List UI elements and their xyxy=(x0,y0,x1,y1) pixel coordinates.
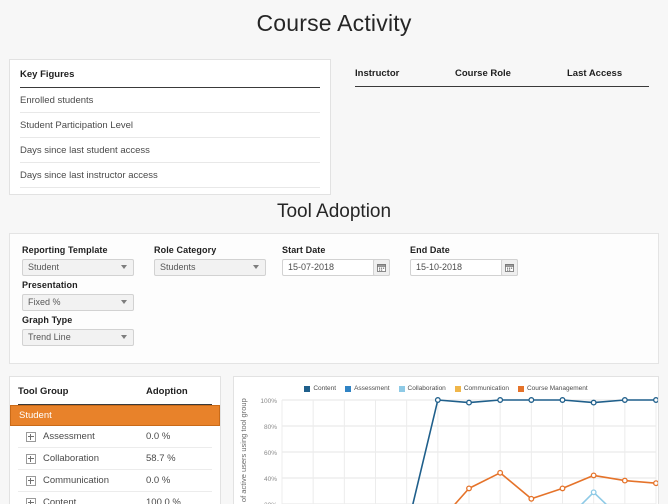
expand-plus-icon[interactable] xyxy=(26,475,36,486)
key-figure-row-days-instructor-access: Days since last instructor access xyxy=(20,163,320,188)
tool-row-name-cell: Assessment xyxy=(18,431,146,442)
table-row[interactable]: Communication 0.0 % xyxy=(18,470,212,492)
filter-grid: Reporting Template Student Role Category… xyxy=(22,245,646,350)
chart-legend: Content Assessment Collaboration Communi… xyxy=(234,377,658,392)
legend-label-content: Content xyxy=(313,385,337,392)
bottom-content-row: Tool Group Adoption Student Assessment 0… xyxy=(0,376,668,504)
presentation-label: Presentation xyxy=(22,280,78,290)
legend-swatch-collaboration xyxy=(398,385,405,392)
key-figure-row-enrolled-students: Enrolled students xyxy=(20,88,320,113)
table-row[interactable]: Assessment 0.0 % xyxy=(18,426,212,448)
reporting-template-select[interactable]: Student xyxy=(22,259,134,276)
field-graph-type: Graph Type Trend Line xyxy=(22,315,646,346)
reporting-template-value: Student xyxy=(28,262,60,272)
legend-swatch-communication xyxy=(454,385,461,392)
field-presentation: Presentation Fixed % xyxy=(22,280,142,311)
field-reporting-template: Reporting Template Student xyxy=(22,245,154,276)
key-figure-row-days-student-access: Days since last student access xyxy=(20,138,320,163)
table-row[interactable]: Content 100.0 % xyxy=(18,492,212,504)
tool-table-col-tool-group: Tool Group xyxy=(18,386,69,397)
field-start-date: Start Date 15-07-2018 xyxy=(282,245,410,276)
field-end-date: End Date 15-10-2018 xyxy=(410,245,538,276)
legend-item-content[interactable]: Content xyxy=(304,385,336,392)
top-panels-row: Key Figures Enrolled students Student Pa… xyxy=(0,59,668,195)
legend-label-communication: Communication xyxy=(463,385,509,392)
legend-item-collaboration[interactable]: Collaboration xyxy=(398,385,446,392)
legend-label-collaboration: Collaboration xyxy=(407,385,446,392)
tool-adoption-chart-panel: Content Assessment Collaboration Communi… xyxy=(233,376,659,504)
legend-swatch-content xyxy=(304,385,311,392)
svg-text:100%: 100% xyxy=(260,398,277,405)
svg-text:80%: 80% xyxy=(264,424,277,431)
instructors-col-last-access: Last Access xyxy=(567,68,623,79)
tool-table-group-row-student[interactable]: Student xyxy=(10,405,220,426)
chevron-down-icon xyxy=(121,335,127,339)
chevron-down-icon xyxy=(121,300,127,304)
end-date-value: 15-10-2018 xyxy=(416,262,463,272)
calendar-icon[interactable] xyxy=(373,259,390,276)
legend-swatch-assessment xyxy=(345,385,352,392)
end-date-label: End Date xyxy=(410,245,450,255)
start-date-input[interactable]: 15-07-2018 xyxy=(282,259,390,276)
instructors-col-instructor: Instructor xyxy=(355,68,400,79)
tool-adoption-title: Tool Adoption xyxy=(276,201,392,222)
tool-row-label: Communication xyxy=(43,475,109,486)
tool-row-name-cell: Communication xyxy=(18,475,146,486)
legend-item-assessment[interactable]: Assessment xyxy=(345,385,390,392)
tool-row-adoption: 0.0 % xyxy=(146,475,171,486)
field-role-category: Role Category Students xyxy=(154,245,282,276)
expand-plus-icon[interactable] xyxy=(26,453,36,464)
key-figures-panel: Key Figures Enrolled students Student Pa… xyxy=(9,59,331,195)
reporting-template-label: Reporting Template xyxy=(22,245,108,255)
legend-item-communication[interactable]: Communication xyxy=(454,385,509,392)
tool-row-label: Content xyxy=(43,497,77,504)
presentation-select[interactable]: Fixed % xyxy=(22,294,134,311)
end-date-input[interactable]: 15-10-2018 xyxy=(410,259,518,276)
instructors-panel: Instructor Course Role Last Access xyxy=(345,59,659,87)
tool-row-adoption: 100.0 % xyxy=(146,497,181,504)
tool-row-adoption: 58.7 % xyxy=(146,453,176,464)
expand-plus-icon[interactable] xyxy=(26,431,36,442)
svg-text:40%: 40% xyxy=(264,476,277,483)
page-title: Course Activity xyxy=(256,10,412,36)
table-row[interactable]: Collaboration 58.7 % xyxy=(18,448,212,470)
key-figures-header-label: Key Figures xyxy=(20,69,75,80)
instructors-col-course-role: Course Role xyxy=(455,68,511,79)
expand-plus-icon[interactable] xyxy=(26,497,36,504)
presentation-value: Fixed % xyxy=(28,297,61,307)
tool-adoption-filter-panel: Reporting Template Student Role Category… xyxy=(9,233,659,364)
start-date-label: Start Date xyxy=(282,245,326,255)
tool-row-label: Assessment xyxy=(43,431,95,442)
tool-table-header-row: Tool Group Adoption xyxy=(18,377,212,405)
role-category-label: Role Category xyxy=(154,245,217,255)
tool-table-col-adoption: Adoption xyxy=(146,386,188,397)
chevron-down-icon xyxy=(121,265,127,269)
legend-item-course-management[interactable]: Course Management xyxy=(517,385,588,392)
key-figure-row-participation-level: Student Participation Level xyxy=(20,113,320,138)
tool-row-name-cell: Content xyxy=(18,497,146,504)
tool-row-adoption: 0.0 % xyxy=(146,431,171,442)
tool-row-label: Collaboration xyxy=(43,453,99,464)
svg-text:Amount of active users using t: Amount of active users using tool group xyxy=(239,398,248,504)
tool-group-table: Tool Group Adoption Student Assessment 0… xyxy=(9,376,221,504)
trend-line-chart: 20%40%60%80%100%Amount of active users u… xyxy=(239,397,658,504)
graph-type-label: Graph Type xyxy=(22,315,73,325)
instructors-header-row: Instructor Course Role Last Access xyxy=(355,59,649,87)
graph-type-value: Trend Line xyxy=(28,332,71,342)
legend-swatch-course-management xyxy=(517,385,524,392)
svg-text:60%: 60% xyxy=(264,450,277,457)
legend-label-assessment: Assessment xyxy=(354,385,390,392)
course-activity-page: Course Activity Key Figures Enrolled stu… xyxy=(0,0,668,504)
calendar-icon[interactable] xyxy=(501,259,518,276)
role-category-value: Students xyxy=(160,262,196,272)
graph-type-select[interactable]: Trend Line xyxy=(22,329,134,346)
chart-plot-area: 20%40%60%80%100%Amount of active users u… xyxy=(234,392,658,504)
key-figures-header-row: Key Figures xyxy=(20,60,320,88)
chevron-down-icon xyxy=(253,265,259,269)
legend-label-course-management: Course Management xyxy=(526,385,588,392)
tool-row-name-cell: Collaboration xyxy=(18,453,146,464)
role-category-select[interactable]: Students xyxy=(154,259,266,276)
start-date-value: 15-07-2018 xyxy=(288,262,335,272)
